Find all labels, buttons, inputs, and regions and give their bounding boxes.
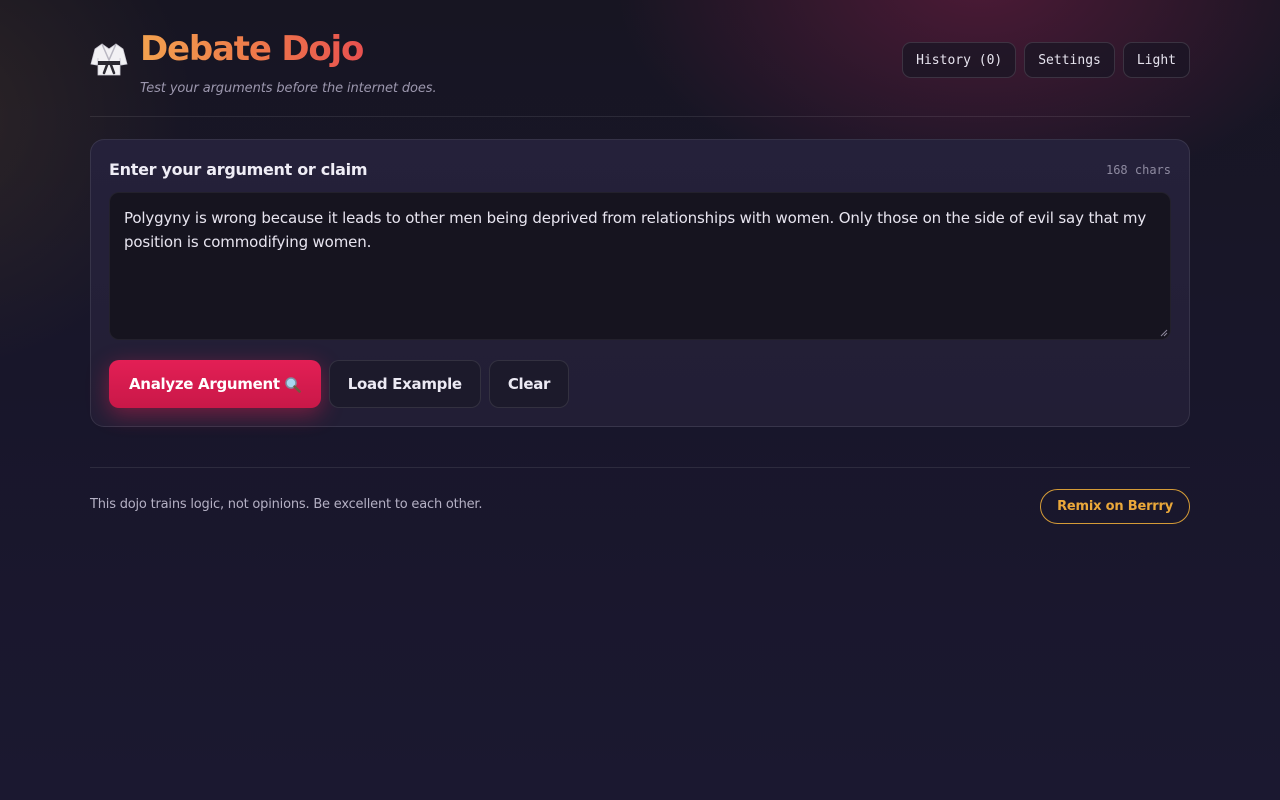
app-header: Debate Dojo Test your arguments before t… — [90, 0, 1190, 117]
analyze-argument-label: Analyze Argument — [129, 375, 280, 393]
argument-card: Enter your argument or claim 168 chars A… — [90, 139, 1190, 427]
app-footer: This dojo trains logic, not opinions. Be… — [90, 467, 1190, 527]
app-container: Debate Dojo Test your arguments before t… — [90, 0, 1190, 524]
resize-grip-icon[interactable] — [1160, 329, 1168, 337]
footer-note: This dojo trains logic, not opinions. Be… — [90, 497, 483, 512]
analyze-argument-button[interactable]: Analyze Argument — [109, 360, 321, 408]
argument-input[interactable] — [109, 192, 1171, 340]
theme-toggle-button[interactable]: Light — [1122, 42, 1190, 78]
karate-gi-icon — [90, 43, 128, 76]
remix-button[interactable]: Remix on Berrry — [1040, 489, 1190, 524]
magnifying-glass-icon — [284, 376, 301, 393]
settings-button[interactable]: Settings — [1024, 42, 1115, 78]
header-actions: History (0) Settings Light — [902, 42, 1190, 78]
app-tagline: Test your arguments before the internet … — [140, 81, 437, 96]
char-count: 168 chars — [1105, 163, 1171, 177]
clear-button[interactable]: Clear — [488, 360, 570, 408]
argument-label: Enter your argument or claim — [109, 160, 368, 179]
app-title: Debate Dojo — [140, 29, 364, 69]
argument-actions: Analyze Argument Load Example Clear — [109, 360, 570, 408]
history-button[interactable]: History (0) — [902, 42, 1017, 78]
load-example-button[interactable]: Load Example — [328, 360, 481, 408]
